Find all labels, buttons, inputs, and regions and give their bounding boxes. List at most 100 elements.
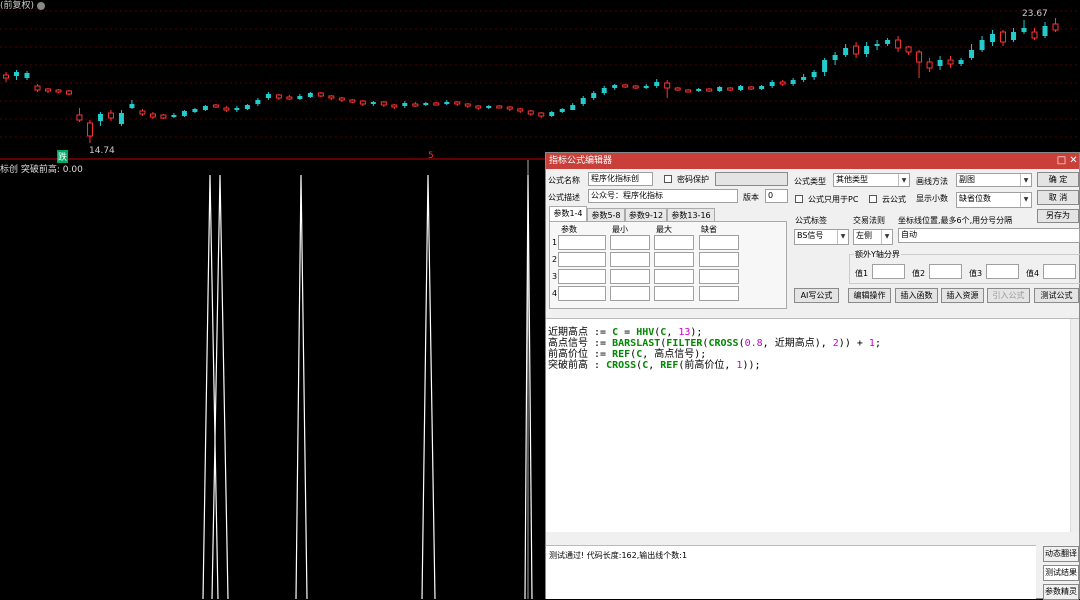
- signal-spike: [295, 174, 308, 599]
- param-cell-input[interactable]: [610, 269, 650, 284]
- candle-body: [1011, 32, 1017, 40]
- cloud-checkbox[interactable]: [869, 195, 877, 203]
- extra-y-value-input[interactable]: [1043, 264, 1076, 279]
- candle-body: [149, 113, 156, 118]
- tab-params-1-4[interactable]: 参数1-4: [549, 206, 587, 222]
- high-price-label: 23.67: [1022, 9, 1048, 19]
- chevron-down-icon[interactable]: ▼: [881, 230, 892, 244]
- dialog-titlebar[interactable]: 指标公式编辑器 □ ✕: [546, 153, 1079, 169]
- extra-y-value-label: 值4: [1026, 269, 1040, 278]
- param-header-min: 最小: [612, 225, 628, 234]
- tab-params-13-16[interactable]: 参数13-16: [667, 208, 715, 222]
- candle-body: [55, 89, 62, 93]
- extra-y-value-input[interactable]: [929, 264, 962, 279]
- password-label: 密码保护: [677, 175, 709, 184]
- param-cell-input[interactable]: [654, 269, 694, 284]
- ai-formula-button[interactable]: AI写公式: [794, 288, 839, 303]
- candle-body: [612, 85, 618, 88]
- param-row-number: 2: [552, 255, 558, 264]
- name-label: 公式名称: [548, 176, 580, 185]
- trade-select[interactable]: 左侧 ▼: [853, 229, 893, 245]
- side-button[interactable]: 参数精灵: [1043, 584, 1079, 600]
- ok-button[interactable]: 确 定: [1037, 172, 1079, 187]
- candle-body: [1042, 26, 1048, 36]
- settings-circle-icon[interactable]: [36, 1, 45, 10]
- insert-resource-button[interactable]: 插入资源: [941, 288, 984, 303]
- param-cell-input[interactable]: [558, 235, 606, 250]
- side-button[interactable]: 测试结果: [1043, 565, 1079, 581]
- tag-label: 公式标签: [795, 216, 827, 225]
- param-header-default: 缺省: [701, 225, 717, 234]
- candle-body: [549, 112, 555, 116]
- desc-input[interactable]: 公众号：程序化指标: [588, 189, 738, 203]
- candle-body: [317, 92, 324, 97]
- param-cell-input[interactable]: [610, 252, 650, 267]
- param-cell-input[interactable]: [699, 252, 739, 267]
- candle-body: [86, 122, 93, 137]
- extra-y-value-label: 值3: [969, 269, 983, 278]
- chevron-down-icon[interactable]: ▼: [837, 230, 848, 244]
- dialog-title: 指标公式编辑器: [549, 156, 613, 166]
- edit-ops-button[interactable]: 编辑操作: [848, 288, 891, 303]
- candle-body: [874, 44, 880, 46]
- blank-button[interactable]: [715, 172, 788, 186]
- candle-body: [738, 86, 744, 90]
- type-select[interactable]: 其他类型 ▼: [833, 173, 910, 187]
- decimals-label: 显示小数: [916, 194, 948, 203]
- code-scrollbar[interactable]: [1070, 319, 1079, 532]
- param-cell-input[interactable]: [558, 269, 606, 284]
- tab-params-5-8[interactable]: 参数5-8: [587, 208, 625, 222]
- candle-body: [13, 72, 19, 76]
- param-cell-input[interactable]: [654, 286, 694, 301]
- cancel-button[interactable]: 取 消: [1037, 190, 1079, 205]
- candlestick-series: [3, 18, 1059, 143]
- save-as-button[interactable]: 另存为: [1037, 209, 1079, 223]
- code-editor[interactable]: 近期高点 := C = HHV(C, 13); 高点信号 := BARSLAST(…: [546, 318, 1079, 532]
- close-icon[interactable]: ✕: [1068, 155, 1079, 166]
- candle-body: [643, 86, 649, 88]
- draw-select[interactable]: 副图 ▼: [956, 173, 1032, 187]
- insert-function-button[interactable]: 插入函数: [895, 288, 938, 303]
- tab-params-9-12[interactable]: 参数9-12: [625, 208, 667, 222]
- candle-body: [801, 77, 807, 80]
- name-input[interactable]: 程序化指标创: [588, 172, 653, 186]
- side-button[interactable]: 动态翻译: [1043, 546, 1079, 562]
- candle-body: [748, 86, 755, 90]
- candle-body: [338, 97, 345, 101]
- decimals-select[interactable]: 缺省位数 ▼: [956, 192, 1032, 208]
- candle-body: [107, 112, 114, 119]
- param-cell-input[interactable]: [699, 235, 739, 250]
- chevron-down-icon[interactable]: ▼: [898, 174, 909, 186]
- test-formula-button[interactable]: 测试公式: [1034, 288, 1079, 303]
- cloud-label: 云公式: [882, 195, 906, 204]
- maximize-icon[interactable]: □: [1056, 155, 1067, 166]
- candle-body: [265, 94, 271, 98]
- candle-body: [202, 106, 208, 110]
- param-cell-input[interactable]: [699, 286, 739, 301]
- candle-body: [244, 105, 250, 109]
- candle-body: [76, 114, 83, 121]
- candle-body: [958, 60, 964, 64]
- chevron-down-icon[interactable]: ▼: [1020, 174, 1031, 186]
- param-cell-input[interactable]: [654, 235, 694, 250]
- param-cell-input[interactable]: [699, 269, 739, 284]
- pc-only-checkbox[interactable]: [795, 195, 803, 203]
- import-formula-button[interactable]: 引入公式: [987, 288, 1030, 303]
- candle-body: [65, 90, 72, 95]
- version-input[interactable]: 0: [765, 189, 788, 203]
- tag-select[interactable]: BS信号 ▼: [794, 229, 849, 245]
- password-checkbox[interactable]: [664, 175, 672, 183]
- extra-y-value-input[interactable]: [986, 264, 1019, 279]
- candle-body: [286, 96, 293, 100]
- param-cell-input[interactable]: [558, 252, 606, 267]
- param-cell-input[interactable]: [654, 252, 694, 267]
- candle-body: [727, 87, 734, 91]
- extra-y-value-input[interactable]: [872, 264, 905, 279]
- chevron-down-icon[interactable]: ▼: [1020, 193, 1031, 207]
- param-cell-input[interactable]: [610, 235, 650, 250]
- param-cell-input[interactable]: [558, 286, 606, 301]
- candle-body: [674, 87, 681, 91]
- coord-input[interactable]: 自动: [898, 228, 1080, 243]
- param-cell-input[interactable]: [610, 286, 650, 301]
- candle-body: [685, 89, 692, 93]
